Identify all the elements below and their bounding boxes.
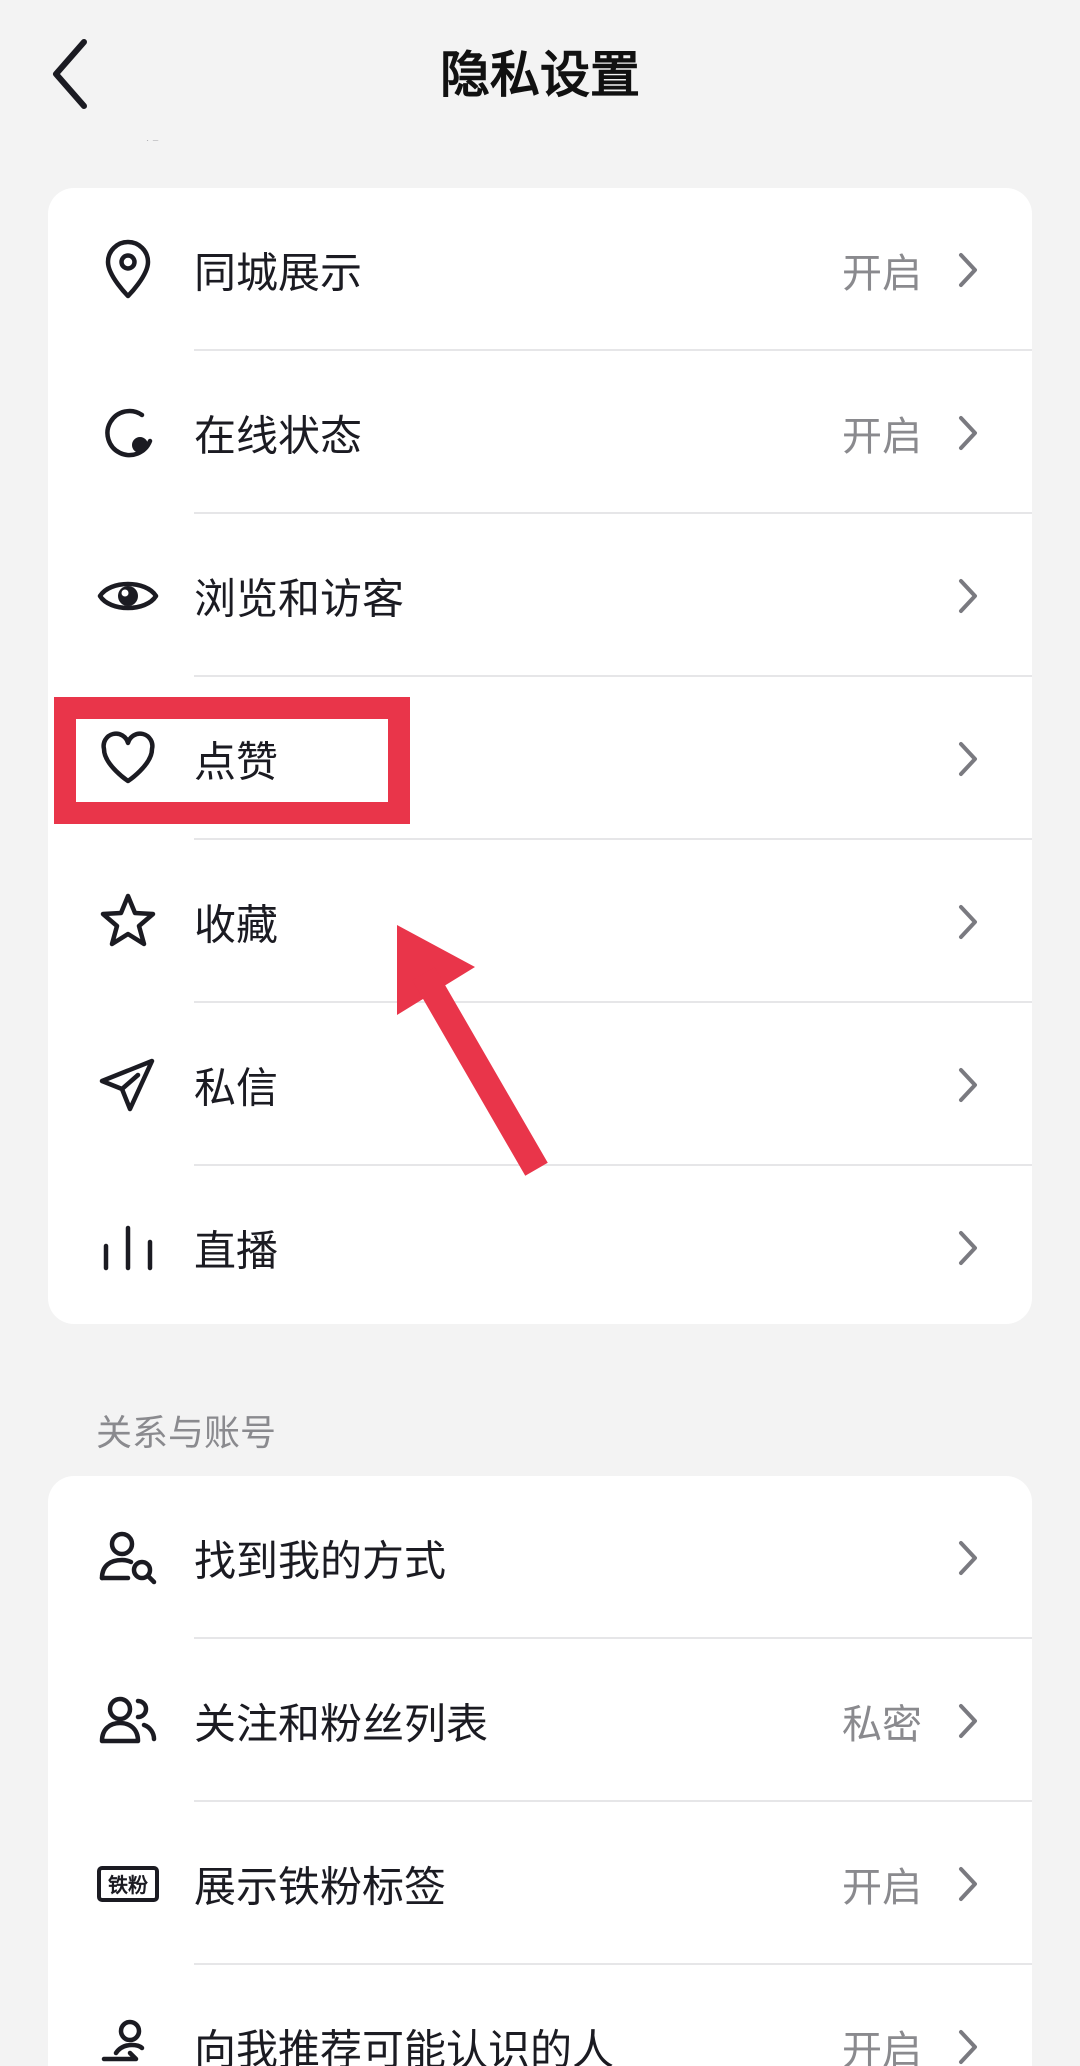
users-icon: [96, 1689, 160, 1753]
row-value: 开启: [842, 2027, 922, 2066]
row-messages[interactable]: 私信: [48, 1003, 1032, 1166]
row-nearby-display[interactable]: 同城展示 开启: [48, 188, 1032, 351]
row-favorites[interactable]: 收藏: [48, 840, 1032, 1003]
user-recommend-icon: [96, 2015, 160, 2066]
row-label: 关注和粉丝列表: [194, 1699, 489, 1748]
row-label: 向我推荐可能认识的人: [194, 2025, 615, 2066]
fan-badge-icon: 铁粉: [96, 1852, 160, 1916]
user-search-icon: [96, 1526, 160, 1590]
chevron-right-icon: [956, 1701, 980, 1741]
chevron-right-icon: [956, 739, 980, 779]
online-status-icon: [96, 401, 160, 465]
row-label: 私信: [194, 1063, 279, 1112]
row-find-me[interactable]: 找到我的方式: [48, 1476, 1032, 1639]
chevron-right-icon: [956, 2027, 980, 2066]
row-label: 展示铁粉标签: [194, 1862, 447, 1911]
row-recommend-people[interactable]: 向我推荐可能认识的人 开启: [48, 1965, 1032, 2066]
chevron-right-icon: [956, 250, 980, 290]
row-label: 收藏: [194, 900, 279, 949]
row-views-visitors[interactable]: 浏览和访客: [48, 514, 1032, 677]
row-live[interactable]: 直播: [48, 1166, 1032, 1324]
section-label-relations: 关系与账号: [96, 1413, 277, 1454]
row-label: 找到我的方式: [194, 1536, 447, 1585]
live-bars-icon: [96, 1216, 160, 1280]
chevron-right-icon: [956, 1864, 980, 1904]
row-online-status[interactable]: 在线状态 开启: [48, 351, 1032, 514]
row-value: 开启: [842, 250, 922, 297]
row-label: 浏览和访客: [194, 574, 405, 623]
chevron-right-icon: [956, 902, 980, 942]
paper-plane-icon: [96, 1053, 160, 1117]
chevron-right-icon: [956, 576, 980, 616]
row-value: 开启: [842, 1864, 922, 1911]
row-show-fan-badge[interactable]: 铁粉 展示铁粉标签 开启: [48, 1802, 1032, 1965]
privacy-settings-page: 隐私设置 互动 同城展示 开启 在线状态 开启 浏览和访客: [0, 0, 1080, 2066]
row-follow-fans-list[interactable]: 关注和粉丝列表 私密: [48, 1639, 1032, 1802]
page-title: 隐私设置: [440, 46, 640, 104]
chevron-right-icon: [956, 413, 980, 453]
row-label: 点赞: [194, 737, 279, 786]
header: 隐私设置: [0, 0, 1080, 140]
row-value: 私密: [842, 1701, 922, 1748]
star-icon: [96, 890, 160, 954]
heart-icon: [96, 727, 160, 791]
eye-icon: [96, 564, 160, 628]
chevron-right-icon: [956, 1538, 980, 1578]
settings-card-interaction: 同城展示 开启 在线状态 开启 浏览和访客 点赞 收藏 私信 直播: [48, 188, 1032, 1324]
location-pin-icon: [96, 238, 160, 302]
chevron-right-icon: [956, 1228, 980, 1268]
row-value: 开启: [842, 413, 922, 460]
row-label: 在线状态: [194, 411, 363, 460]
row-label: 直播: [194, 1226, 279, 1275]
fan-badge-text: 铁粉: [108, 1873, 148, 1897]
row-label: 同城展示: [194, 248, 363, 297]
chevron-right-icon: [956, 1065, 980, 1105]
settings-card-relations: 找到我的方式 关注和粉丝列表 私密 铁粉 展示铁粉标签 开启 向我推荐可能认识的…: [48, 1476, 1032, 2066]
row-likes[interactable]: 点赞: [48, 677, 1032, 840]
